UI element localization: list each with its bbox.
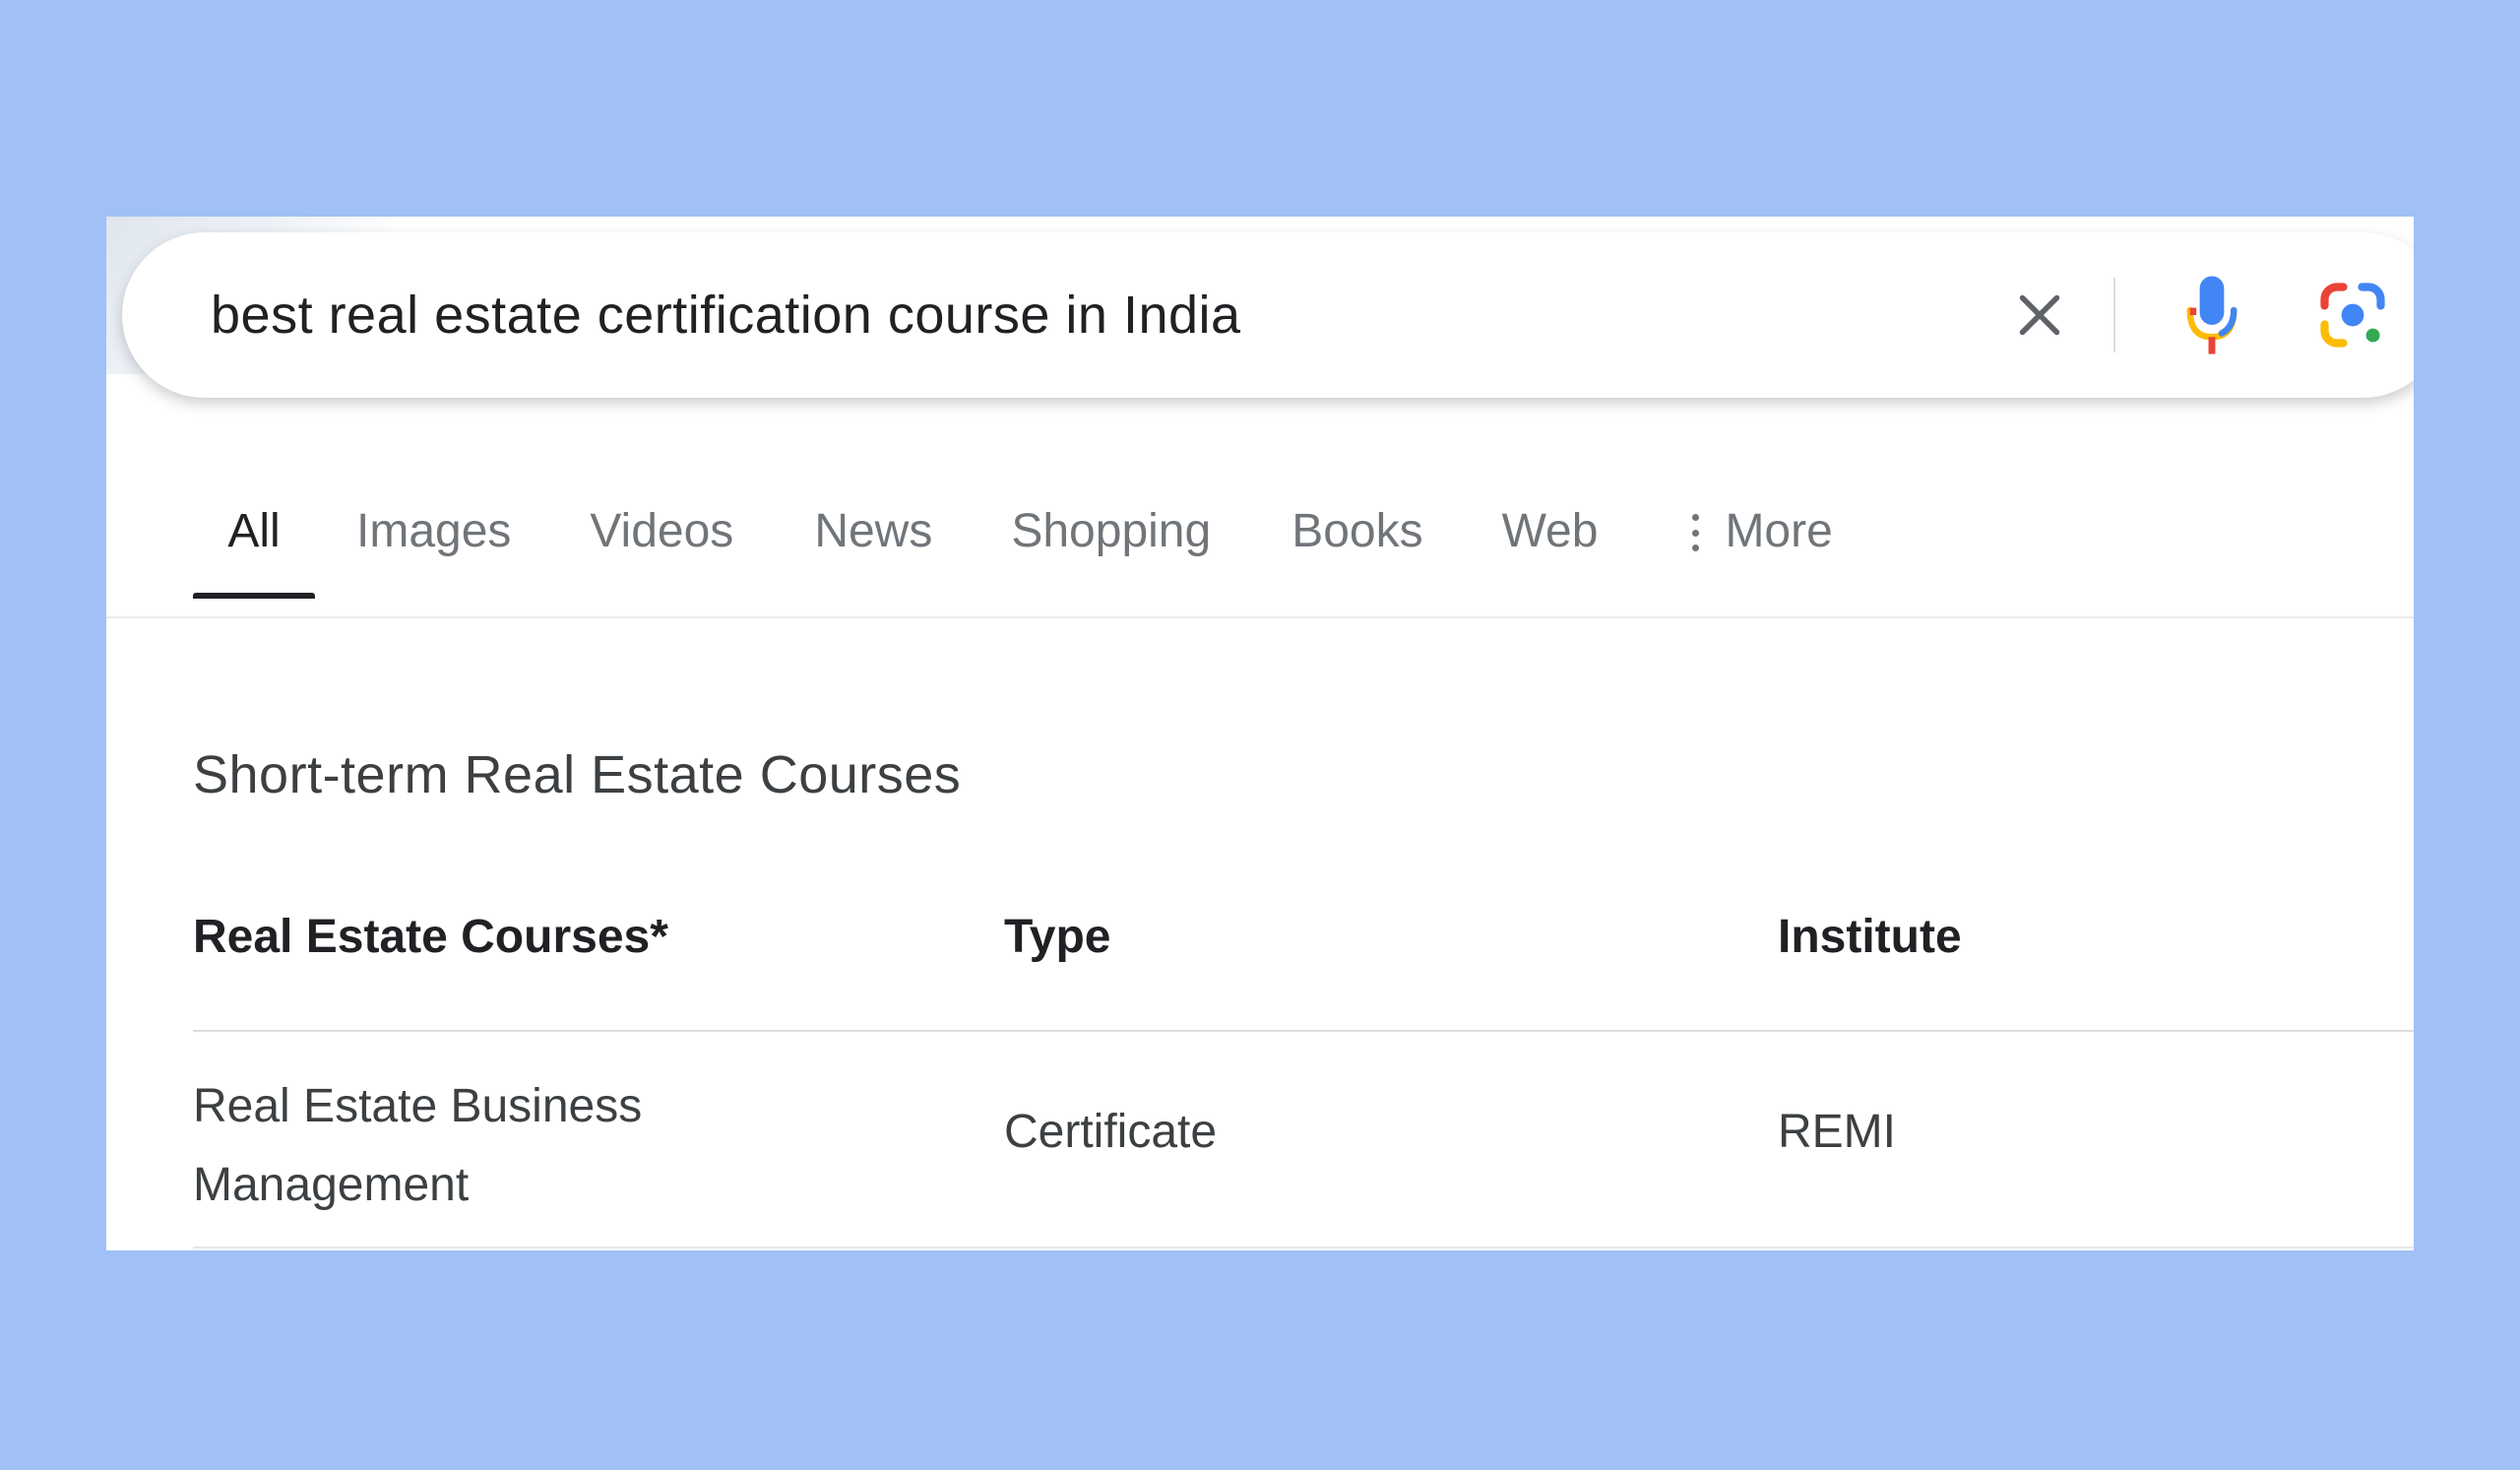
table-cell-institute: REMI xyxy=(1778,1106,1896,1158)
voice-search-button[interactable] xyxy=(2168,268,2256,362)
google-lens-button[interactable] xyxy=(2307,270,2398,360)
tab-images[interactable]: Images xyxy=(356,480,511,599)
search-results-card: All Images Videos News Shopping Books We… xyxy=(106,217,2414,1250)
clear-search-button[interactable] xyxy=(2000,276,2079,354)
section-title: Short-term Real Estate Courses xyxy=(193,745,962,804)
table-cell-type: Certificate xyxy=(1004,1106,1218,1158)
table-header-institute: Institute xyxy=(1778,911,1962,963)
tab-books[interactable]: Books xyxy=(1292,480,1422,599)
search-input[interactable] xyxy=(211,232,1983,398)
google-lens-icon xyxy=(2320,283,2385,348)
microphone-icon xyxy=(2186,276,2237,354)
tab-images-label: Images xyxy=(356,505,512,557)
search-divider xyxy=(2113,278,2115,352)
search-bar xyxy=(122,232,2414,398)
tab-videos[interactable]: Videos xyxy=(590,480,733,599)
table-header-courses: Real Estate Courses* xyxy=(193,911,668,963)
tab-books-label: Books xyxy=(1292,505,1423,557)
tab-news-label: News xyxy=(814,505,933,557)
tabs-divider xyxy=(106,616,2414,618)
table-cell-course: Real Estate Business Management xyxy=(193,1080,643,1211)
tab-web[interactable]: Web xyxy=(1502,480,1599,599)
tab-web-label: Web xyxy=(1501,505,1599,557)
search-tabs: All Images Videos News Shopping Books We… xyxy=(193,480,1833,599)
tab-shopping[interactable]: Shopping xyxy=(1011,480,1211,599)
table-row-divider xyxy=(193,1246,2414,1248)
tab-more[interactable]: More xyxy=(1692,480,1833,599)
tab-more-label: More xyxy=(1725,505,1833,557)
tab-videos-label: Videos xyxy=(590,505,734,557)
more-vertical-icon xyxy=(1692,514,1700,551)
tab-shopping-label: Shopping xyxy=(1011,505,1212,557)
tab-all-label: All xyxy=(227,505,281,557)
tab-all[interactable]: All xyxy=(193,480,315,599)
tab-news[interactable]: News xyxy=(814,480,932,599)
table-row: Real Estate Business Management Certific… xyxy=(106,1032,2414,1250)
table-header-type: Type xyxy=(1004,911,1111,963)
close-icon xyxy=(2019,294,2060,336)
